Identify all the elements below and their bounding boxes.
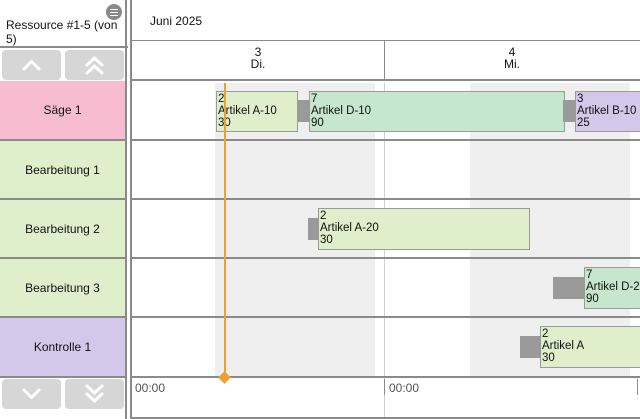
bar-quantity: 30 [320,234,333,246]
chevron-down-icon [22,388,41,399]
order-bar[interactable]: 2 Artikel A-20 30 [318,208,530,250]
month-header: Juni 2025 [132,0,640,41]
scroll-down-button[interactable] [2,379,61,409]
bar-article: Artikel D-20 [586,281,640,293]
setup-block [553,277,586,299]
bar-priority: 2 [542,328,549,340]
bar-article: Artikel A [542,340,585,352]
bar-article: Artikel A-20 [320,222,379,234]
bar-quantity: 90 [586,293,599,305]
day-column-4[interactable]: 4 Mi. [496,46,528,70]
resource-row-saege-1[interactable]: Säge 1 [0,81,125,141]
setup-block [520,336,542,358]
row-separator [132,316,640,318]
resource-row-bearbeitung-3[interactable]: Bearbeitung 3 [0,259,125,318]
bar-quantity: 30 [542,352,555,364]
current-time-line [224,83,226,378]
bar-priority: 2 [320,210,327,222]
scroll-page-down-button[interactable] [65,379,124,409]
row-separator [132,257,640,259]
order-bar[interactable]: 2 Artikel A-10 30 [216,91,298,132]
day-separator [384,41,385,81]
bar-quantity: 90 [311,117,324,129]
resource-row-bearbeitung-1[interactable]: Bearbeitung 1 [0,141,125,200]
order-bar[interactable]: 3 Artikel B-10 25 [575,91,640,132]
bar-article: Artikel A-10 [218,105,277,117]
menu-lines-icon[interactable] [106,4,122,20]
bar-priority: 7 [311,93,318,105]
day-grid-line [384,83,385,417]
panel-divider[interactable] [125,0,127,419]
day-name: Mi. [504,57,520,71]
time-tick [384,379,385,395]
resource-count-label: Ressource #1-5 (von 5) [6,18,118,46]
order-bar[interactable]: 2 Artikel A 30 [540,326,640,368]
day-column-3[interactable]: 3 Di. [242,46,274,70]
row-separator [132,376,640,378]
order-bar[interactable]: 7 Artikel D-10 90 [309,91,565,132]
day-header: 3 Di. 4 Mi. [132,41,640,81]
resource-row-kontrolle-1[interactable]: Kontrolle 1 [0,318,125,378]
bar-priority: 3 [577,93,584,105]
time-tick [637,379,638,395]
order-bar[interactable]: 7 Artikel D-20 90 [584,267,640,309]
resource-label: Bearbeitung 3 [25,280,100,295]
bar-quantity: 30 [218,117,297,129]
bar-article: Artikel D-10 [311,105,372,117]
bar-article: Artikel B-10 [577,105,637,117]
resource-label: Bearbeitung 1 [25,162,100,177]
row-separator [132,139,640,141]
resource-label: Säge 1 [43,103,82,117]
scroll-page-up-button[interactable] [65,50,124,80]
resource-label: Bearbeitung 2 [25,221,100,236]
resource-label: Kontrolle 1 [33,340,92,354]
resource-row-bearbeitung-2[interactable]: Bearbeitung 2 [0,200,125,259]
scroll-up-button[interactable] [2,50,61,80]
double-chevron-down-icon [85,384,104,403]
row-separator [132,198,640,200]
month-label: Juni 2025 [150,14,203,28]
bar-quantity: 25 [577,117,590,129]
bar-priority: 2 [218,93,225,105]
resource-panel: Ressource #1-5 (von 5) Säge 1 Bearbeitun… [0,0,128,419]
day-name: Di. [250,57,266,71]
chevron-up-icon [22,60,41,71]
bar-priority: 7 [586,269,593,281]
time-label: 00:00 [135,381,166,395]
time-label: 00:00 [389,381,420,395]
double-chevron-up-icon [85,56,104,75]
